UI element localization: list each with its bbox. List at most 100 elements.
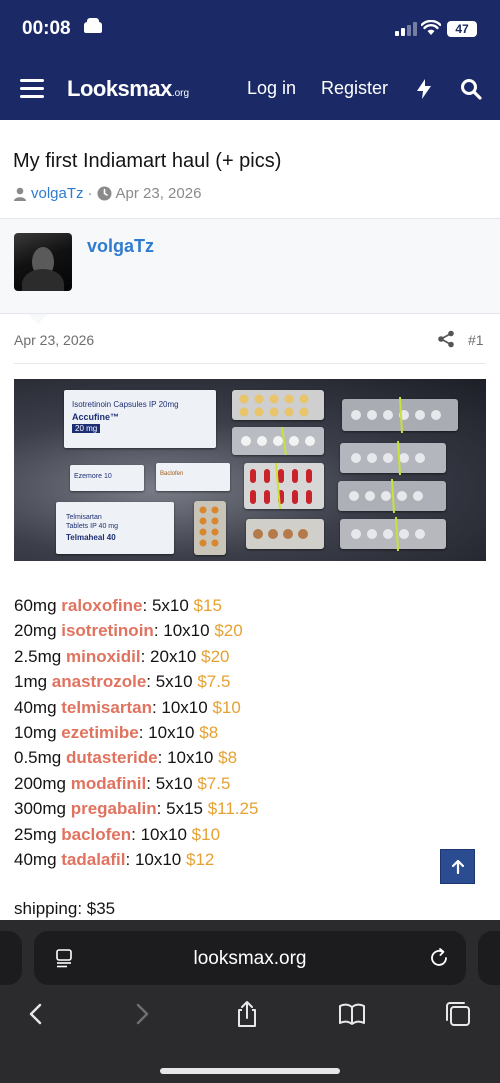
divider	[14, 363, 486, 364]
item-dose: 25mg	[14, 824, 62, 844]
item-dose: 300mg	[14, 799, 71, 819]
avatar[interactable]	[14, 233, 72, 291]
item-quantity: : 5x10	[146, 773, 198, 793]
item-price: $10	[212, 697, 241, 717]
item-price: $7.5	[197, 672, 231, 692]
thread-author-link[interactable]: volgaTz	[31, 185, 84, 202]
logo-suffix: .org	[171, 88, 190, 99]
haul-item: 2.5mg minoxidil: 20x10 $20	[14, 644, 494, 669]
address-bar[interactable]: looksmax.org	[34, 931, 466, 985]
item-price: $20	[201, 646, 230, 666]
haul-item: 200mg modafinil: 5x10 $7.5	[14, 771, 494, 796]
item-dose: 0.5mg	[14, 748, 66, 768]
share-sheet-icon[interactable]	[233, 1000, 261, 1028]
reload-icon[interactable]	[428, 947, 450, 969]
item-drug-name: dutasteride	[65, 748, 158, 768]
haul-item: 1mg anastrozole: 5x10 $7.5	[14, 669, 494, 694]
home-indicator	[160, 1068, 340, 1074]
item-drug-name: ezetimibe	[61, 722, 139, 742]
item-price: $15	[193, 596, 222, 615]
tabs-icon[interactable]	[444, 1000, 472, 1028]
post-author-box: volgaTz	[0, 218, 500, 324]
item-dose: 1mg	[14, 672, 52, 692]
login-link[interactable]: Log in	[247, 78, 296, 99]
post-author-name[interactable]: volgaTz	[87, 236, 154, 257]
status-time: 00:08	[22, 18, 71, 39]
haul-item: 25mg baclofen: 10x10 $10	[14, 822, 494, 847]
haul-item: 40mg telmisartan: 10x10 $10	[14, 695, 494, 720]
thread-meta: volgaTz · Apr 23, 2026	[13, 185, 201, 202]
back-arrow-icon[interactable]	[22, 1000, 50, 1028]
item-price: $10	[191, 824, 221, 844]
logo-text: Looksmax	[67, 76, 172, 101]
user-icon	[14, 187, 26, 201]
cellular-signal-icon	[395, 22, 417, 36]
item-quantity: : 10x10	[125, 849, 186, 869]
car-icon	[84, 18, 102, 33]
browser-toolbar: looksmax.org	[0, 920, 500, 1083]
url-text: looksmax.org	[193, 948, 307, 969]
next-tab-edge[interactable]	[478, 931, 500, 985]
hamburger-menu-icon[interactable]	[20, 79, 44, 99]
haul-item: 20mg isotretinoin: 10x10 $20	[14, 618, 494, 643]
item-dose: 40mg	[14, 697, 62, 717]
post-date[interactable]: Apr 23, 2026	[14, 332, 94, 348]
share-icon[interactable]	[437, 330, 455, 348]
item-drug-name: telmisartan	[61, 697, 152, 717]
register-link[interactable]: Register	[321, 78, 388, 99]
item-dose: 10mg	[14, 722, 62, 742]
post-number-link[interactable]: #1	[468, 332, 484, 348]
haul-item: 60mg raloxofine: 5x10 $15	[14, 593, 494, 618]
clock-icon	[97, 186, 112, 201]
item-drug-name: modafinil	[70, 773, 147, 793]
item-price: $12	[186, 849, 215, 869]
item-dose: 200mg	[14, 773, 71, 793]
item-drug-name: anastrozole	[51, 672, 147, 692]
lightning-bolt-icon[interactable]	[412, 77, 436, 101]
item-price: $11.25	[207, 799, 259, 819]
item-drug-name: isotretinoin	[61, 621, 154, 641]
thread-title: My first Indiamart haul (+ pics)	[13, 150, 282, 172]
shipping-line: shipping: $35	[14, 899, 116, 918]
item-drug-name: tadalafil	[61, 849, 126, 869]
item-drug-name: pregabalin	[70, 799, 157, 819]
site-logo[interactable]: Looksmax.org	[67, 76, 189, 102]
scroll-to-top-button[interactable]	[440, 849, 475, 884]
item-drug-name: baclofen	[61, 824, 132, 844]
haul-item: 10mg ezetimibe: 10x10 $8	[14, 720, 494, 745]
item-dose: 20mg	[14, 621, 62, 641]
bookmarks-icon[interactable]	[338, 1000, 366, 1028]
item-quantity: : 10x10	[157, 748, 219, 768]
post-photo[interactable]: Isotretinoin Capsules IP 20mg Accufine™ …	[14, 379, 486, 561]
item-drug-name: raloxofine	[61, 596, 143, 615]
author-box-arrow	[28, 314, 48, 324]
item-quantity: : 10x10	[138, 722, 200, 742]
item-dose: 60mg	[14, 596, 62, 615]
meta-separator: ·	[87, 185, 93, 202]
haul-item: 40mg tadalafil: 10x10 $12	[14, 847, 494, 872]
haul-list: 60mg raloxofine: 5x10 $15 20mg isotretino…	[14, 593, 494, 872]
battery-indicator: 47	[447, 21, 477, 37]
item-price: $7.5	[197, 773, 231, 793]
forward-arrow-icon[interactable]	[128, 1000, 156, 1028]
site-navbar: Looksmax.org Log in Register	[0, 60, 500, 120]
item-drug-name: minoxidil	[65, 646, 141, 666]
item-quantity: : 10x10	[151, 697, 213, 717]
haul-item: 0.5mg dutasteride: 10x10 $8	[14, 745, 494, 770]
pill-details	[199, 394, 441, 552]
item-quantity: : 10x10	[131, 824, 192, 844]
haul-item: 300mg pregabalin: 5x15 $11.25	[14, 796, 494, 821]
item-price: $8	[199, 722, 219, 742]
wifi-icon	[421, 20, 441, 35]
item-dose: 40mg	[14, 849, 62, 869]
previous-tab-edge[interactable]	[0, 931, 22, 985]
item-price: $8	[218, 748, 238, 768]
item-quantity: : 5x15	[156, 799, 208, 819]
item-quantity: : 10x10	[153, 621, 215, 641]
search-icon[interactable]	[459, 77, 483, 101]
thread-date[interactable]: Apr 23, 2026	[116, 185, 202, 202]
item-dose: 2.5mg	[14, 646, 66, 666]
arrow-up-icon	[451, 859, 464, 874]
item-quantity: : 5x10	[146, 672, 198, 692]
item-quantity: : 5x10	[142, 596, 194, 615]
